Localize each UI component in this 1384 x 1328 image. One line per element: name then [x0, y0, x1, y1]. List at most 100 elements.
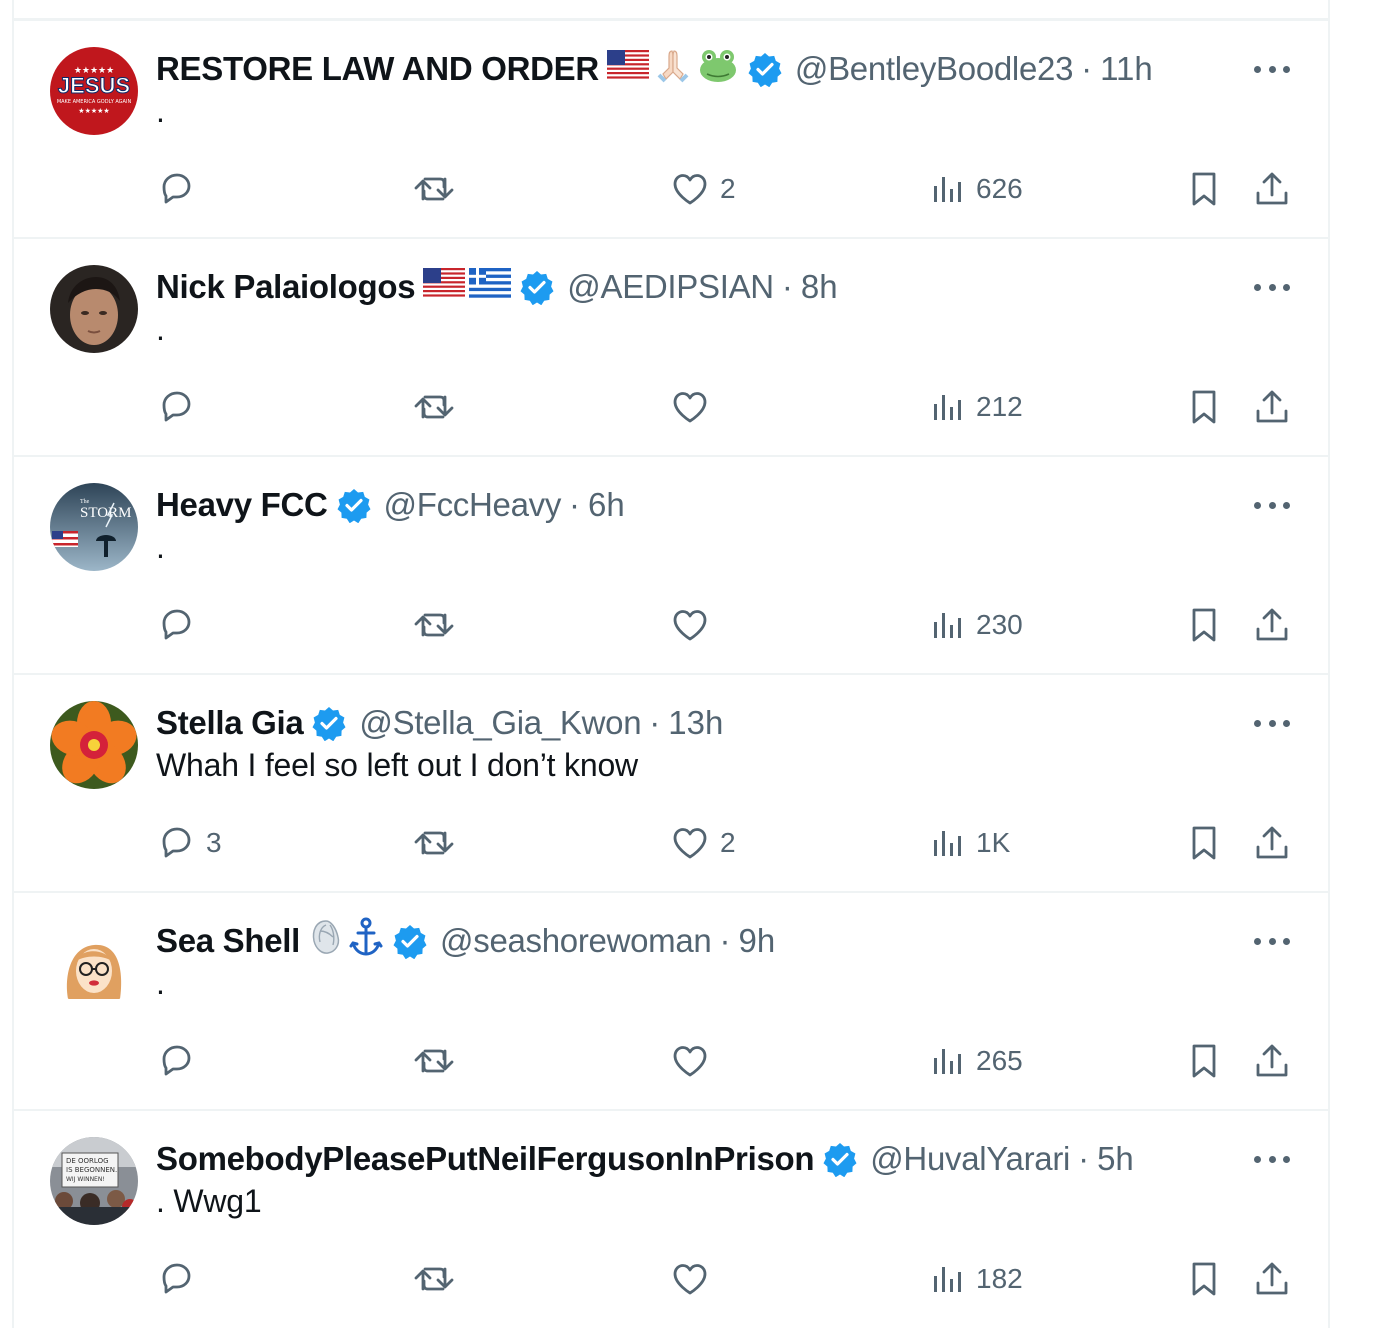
more-icon[interactable]	[1254, 495, 1290, 515]
tweet[interactable]: ★★★★★ JESUS MAKE AMERICA GODLY AGAIN ★★★★★ R…	[14, 19, 1328, 237]
retweet-button[interactable]	[412, 1041, 456, 1081]
timestamp[interactable]: 13h	[668, 704, 723, 742]
verified-badge-icon[interactable]	[392, 923, 428, 960]
share-button[interactable]	[1252, 169, 1292, 209]
like-button[interactable]: 2	[670, 169, 736, 209]
more-icon[interactable]	[1254, 931, 1290, 951]
svg-text:★★★★★: ★★★★★	[78, 107, 109, 115]
retweet-button[interactable]	[412, 169, 456, 209]
reply-button[interactable]	[156, 169, 206, 209]
avatar[interactable]	[50, 701, 138, 789]
retweet-button[interactable]	[412, 1259, 456, 1299]
bookmark-button[interactable]	[1186, 823, 1222, 863]
verified-badge-icon[interactable]	[519, 269, 555, 306]
more-icon[interactable]	[1254, 59, 1290, 79]
avatar[interactable]: ★★★★★ JESUS MAKE AMERICA GODLY AGAIN ★★★★★	[50, 47, 138, 135]
timestamp[interactable]: 11h	[1100, 50, 1153, 88]
user-handle[interactable]: @BentleyBoodle23	[795, 50, 1074, 88]
user-handle[interactable]: @seashorewoman	[440, 922, 712, 960]
share-button[interactable]	[1252, 1259, 1292, 1299]
us-flag-icon	[606, 50, 649, 88]
more-icon[interactable]	[1254, 277, 1290, 297]
bookmark-button[interactable]	[1186, 1259, 1222, 1299]
retweet-button[interactable]	[412, 823, 456, 863]
reply-button[interactable]	[156, 605, 206, 645]
reply-button[interactable]	[156, 387, 206, 427]
more-icon[interactable]	[1254, 1149, 1290, 1169]
timestamp[interactable]: 9h	[738, 922, 775, 960]
views-button[interactable]: 182	[930, 1259, 1023, 1299]
bookmark-button[interactable]	[1186, 605, 1222, 645]
views-count: 212	[976, 391, 1023, 422]
like-button[interactable]	[670, 1041, 720, 1081]
bookmark-button[interactable]	[1186, 169, 1222, 209]
views-button[interactable]: 1K	[930, 823, 1010, 863]
tweet-header: SomebodyPleasePutNeilFergusonInPrison @Hu…	[156, 1139, 1134, 1179]
avatar[interactable]: The STORM	[50, 483, 138, 571]
display-name[interactable]: Nick Palaiologos	[156, 268, 416, 306]
svg-text:WIJ WINNEN!: WIJ WINNEN!	[66, 1176, 105, 1183]
anchor-icon	[348, 916, 384, 966]
svg-text:DE OORLOG: DE OORLOG	[66, 1157, 109, 1165]
tweet-actions: 3 2 1K	[156, 823, 1292, 863]
user-handle[interactable]: @Stella_Gia_Kwon	[359, 704, 641, 742]
views-button[interactable]: 230	[930, 605, 1023, 645]
bookmark-button[interactable]	[1186, 1041, 1222, 1081]
reply-button[interactable]	[156, 1259, 206, 1299]
share-button[interactable]	[1252, 1041, 1292, 1081]
display-name[interactable]: RESTORE LAW AND ORDER	[156, 50, 599, 88]
bookmark-button[interactable]	[1186, 387, 1222, 427]
views-icon	[930, 387, 966, 427]
tweet[interactable]: DE OORLOG IS BEGONNEN. WIJ WINNEN! Somebody…	[14, 1109, 1328, 1327]
folded-hands-icon	[653, 45, 693, 93]
bookmark-icon	[1186, 605, 1222, 645]
like-button[interactable]	[670, 1259, 720, 1299]
user-handle[interactable]: @HuvalYarari	[870, 1140, 1070, 1178]
timestamp[interactable]: 5h	[1097, 1140, 1134, 1178]
views-count: 626	[976, 173, 1023, 204]
like-button[interactable]: 2	[670, 823, 736, 863]
views-button[interactable]: 626	[930, 169, 1023, 209]
spiral-shell-icon	[308, 917, 344, 965]
views-button[interactable]: 265	[930, 1041, 1023, 1081]
display-name[interactable]: Heavy FCC	[156, 486, 328, 524]
tweet[interactable]: The STORM Heavy FCC @FccHeavy · 6h. 230	[14, 455, 1328, 673]
display-name[interactable]: Sea Shell	[156, 922, 300, 960]
views-count: 182	[976, 1263, 1023, 1294]
tweet[interactable]: Nick Palaiologos @AEDIPSIAN · 8h. 212	[14, 237, 1328, 455]
avatar[interactable]	[50, 265, 138, 353]
retweet-button[interactable]	[412, 605, 456, 645]
reply-button[interactable]	[156, 1041, 206, 1081]
heart-icon	[670, 605, 710, 645]
tweet[interactable]: Stella Gia @Stella_Gia_Kwon · 13h Whah I fee…	[14, 673, 1328, 891]
user-handle[interactable]: @AEDIPSIAN	[567, 268, 774, 306]
timestamp[interactable]: 8h	[801, 268, 838, 306]
reply-button[interactable]: 3	[156, 823, 222, 863]
reply-icon	[156, 605, 196, 645]
like-button[interactable]	[670, 605, 720, 645]
display-name[interactable]: SomebodyPleasePutNeilFergusonInPrison	[156, 1140, 815, 1178]
avatar[interactable]	[50, 919, 138, 1007]
display-name[interactable]: Stella Gia	[156, 704, 304, 742]
avatar[interactable]: DE OORLOG IS BEGONNEN. WIJ WINNEN!	[50, 1137, 138, 1225]
share-button[interactable]	[1252, 605, 1292, 645]
share-button[interactable]	[1252, 387, 1292, 427]
bookmark-icon	[1186, 1041, 1222, 1081]
name-emojis	[606, 45, 739, 93]
more-icon[interactable]	[1254, 713, 1290, 733]
verified-badge-icon[interactable]	[822, 1141, 858, 1178]
retweet-button[interactable]	[412, 387, 456, 427]
verified-badge-icon[interactable]	[311, 705, 347, 742]
like-button[interactable]	[670, 387, 720, 427]
timestamp[interactable]: 6h	[588, 486, 625, 524]
verified-badge-icon[interactable]	[336, 487, 372, 524]
bookmark-icon	[1186, 1259, 1222, 1299]
svg-text:JESUS: JESUS	[58, 73, 130, 98]
reply-icon	[156, 169, 196, 209]
views-button[interactable]: 212	[930, 387, 1023, 427]
share-button[interactable]	[1252, 823, 1292, 863]
heart-icon	[670, 1041, 710, 1081]
verified-badge-icon[interactable]	[747, 51, 783, 88]
tweet[interactable]: Sea Shell @seashorewoman · 9h. 265	[14, 891, 1328, 1109]
user-handle[interactable]: @FccHeavy	[384, 486, 562, 524]
